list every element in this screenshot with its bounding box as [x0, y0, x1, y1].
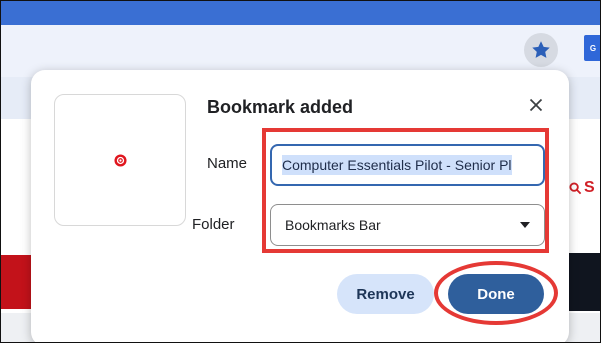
close-icon [529, 98, 543, 112]
highlight-ring-annotation [434, 261, 558, 325]
close-button[interactable] [524, 93, 548, 117]
star-icon [532, 41, 550, 58]
highlight-box-annotation [262, 128, 549, 253]
dialog-title: Bookmark added [207, 97, 354, 117]
page-search-link[interactable]: S [569, 179, 595, 197]
google-tab-label: G [589, 43, 597, 53]
bookmark-thumbnail [54, 94, 186, 226]
search-icon [569, 181, 582, 194]
page-banner-left [1, 255, 31, 309]
remove-button[interactable]: Remove [337, 274, 434, 314]
folder-label: Folder [192, 216, 235, 233]
tab-strip [1, 1, 600, 25]
page-banner-right [564, 253, 600, 311]
browser-window: G S Bookmark added Name Computer Essenti… [0, 0, 601, 343]
page-search-text: S [584, 179, 595, 196]
site-favicon-icon [113, 153, 127, 167]
bookmark-dialog: Bookmark added Name Computer Essentials … [31, 70, 569, 342]
bookmark-star-button[interactable] [524, 33, 558, 67]
name-label: Name [207, 155, 248, 172]
google-extension-tab[interactable]: G [584, 35, 600, 61]
